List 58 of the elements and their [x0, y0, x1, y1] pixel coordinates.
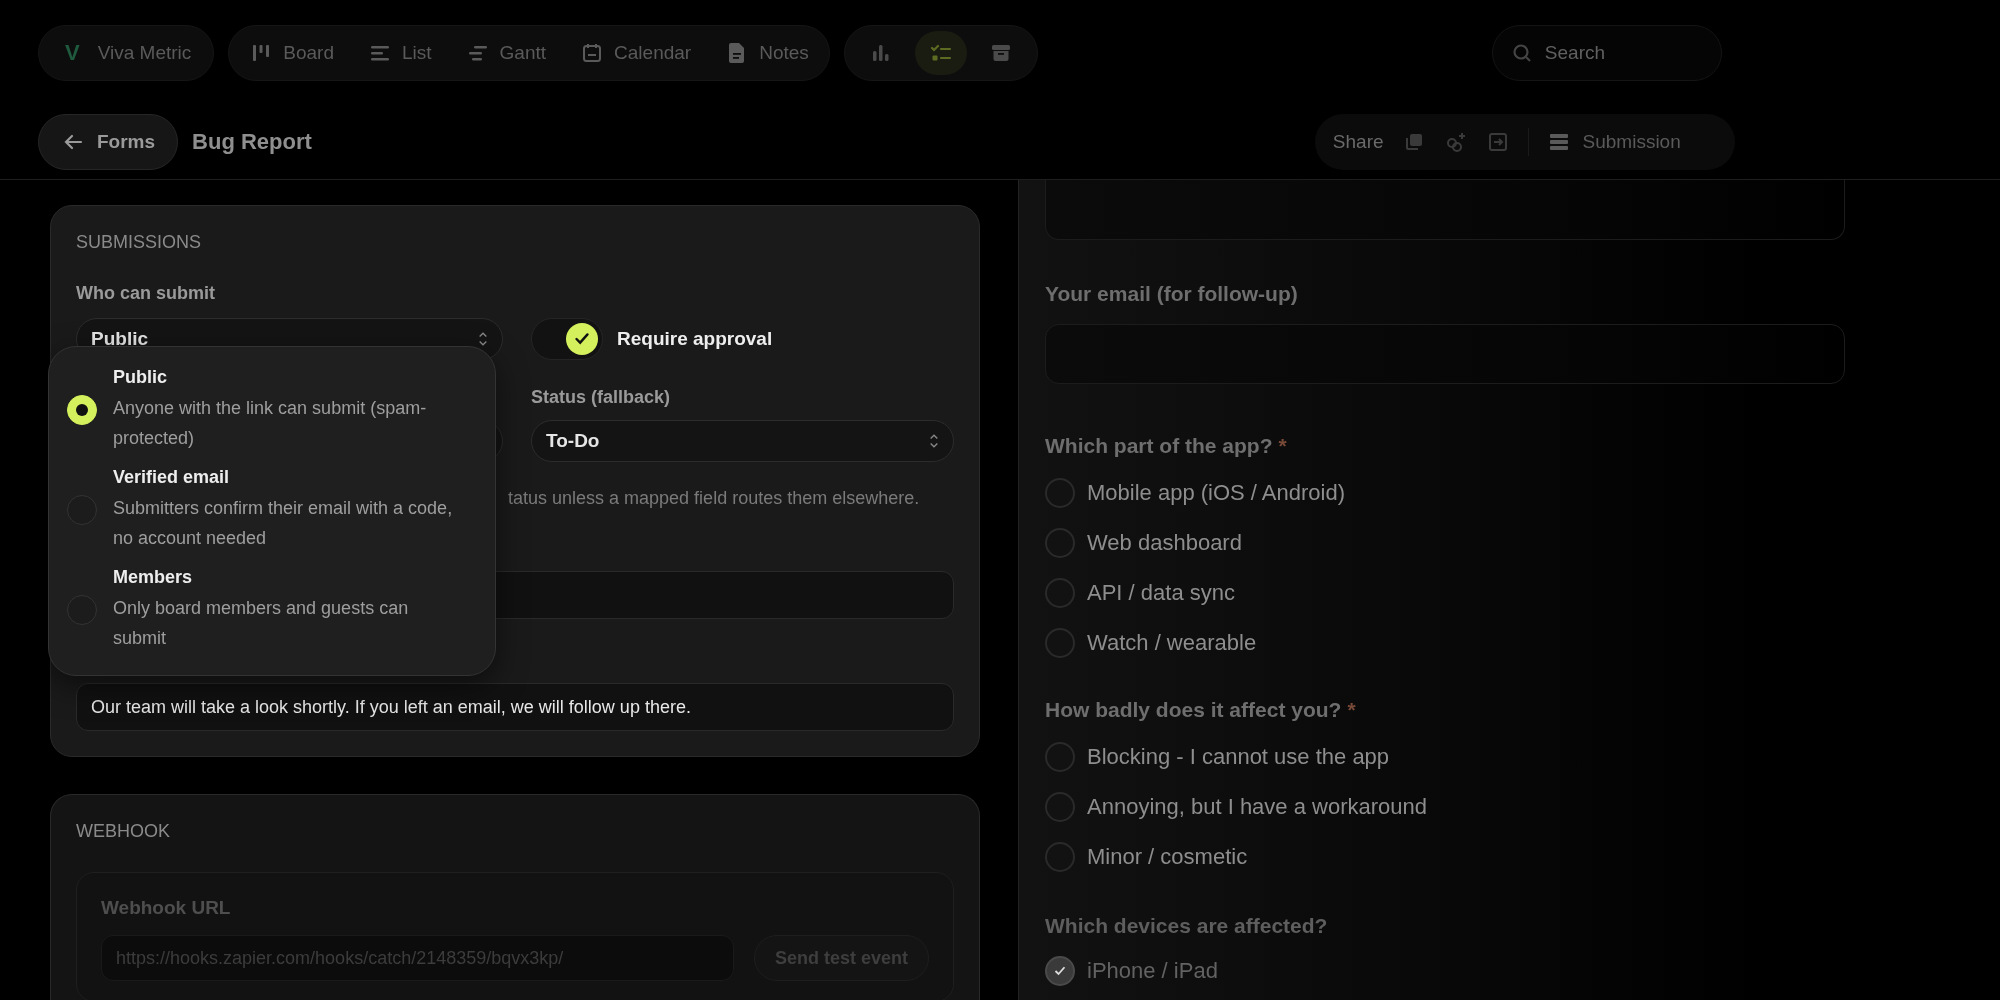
radio-button[interactable] [1045, 792, 1075, 822]
dropdown-option[interactable]: Members Only board members and guests can submit [67, 567, 473, 653]
field-label: Status (fallback) [531, 387, 672, 408]
option-label: Web dashboard [1087, 530, 1242, 556]
option-label: Minor / cosmetic [1087, 844, 1248, 870]
section-heading: SUBMISSIONS [76, 232, 203, 253]
view-tab[interactable]: List [368, 41, 432, 65]
option-title: Verified email [113, 467, 231, 488]
radio-button[interactable] [1045, 528, 1075, 558]
radio-button[interactable] [1045, 742, 1075, 772]
checkbox[interactable] [1045, 956, 1075, 986]
field-label: Who can submit [76, 283, 216, 304]
page-title: Bug Report [192, 129, 312, 155]
radio-button[interactable] [1045, 842, 1075, 872]
help-text: tatus unless a mapped field routes them elsewhere. [508, 488, 921, 509]
toggle-label: Require approval [617, 328, 773, 350]
back-button[interactable]: Forms [38, 114, 179, 170]
workspace-switcher[interactable]: V Viva Metric [38, 25, 215, 81]
option-label: Mobile app (iOS / Android) [1087, 480, 1346, 506]
option-title: Public [113, 367, 168, 388]
chevron-updown-icon [929, 432, 939, 450]
option-label: Watch / wearable [1087, 630, 1257, 656]
section-heading: WEBHOOK [76, 821, 171, 842]
message-field[interactable]: Our team will take a look shortly. If you left an email, we will follow up there. [76, 683, 954, 731]
view-tab[interactable]: Gantt [465, 41, 547, 65]
required-mark: * [1278, 434, 1287, 457]
required-mark: * [1347, 698, 1356, 721]
option-label: API / data sync [1087, 580, 1235, 606]
search-field[interactable]: Search [1491, 25, 1722, 81]
option-description: Only board members and guests can submit [113, 597, 410, 650]
radio-button[interactable] [1045, 578, 1075, 608]
option-label: Annoying, but I have a workaround [1087, 794, 1427, 820]
status-select[interactable]: To-Do [531, 420, 954, 462]
dropdown-option[interactable]: Verified email Submitters confirm their email with a code, no account needed [67, 467, 473, 553]
share-button[interactable]: Share [1332, 131, 1384, 153]
view-tab[interactable]: Notes [725, 41, 809, 65]
option-label: iPhone / iPad [1087, 958, 1218, 984]
view-tab[interactable]: Board [249, 41, 334, 65]
field-label: Webhook URL [101, 897, 232, 919]
option-title: Members [113, 567, 194, 588]
question-label: How badly does it affect you? [1045, 698, 1342, 721]
radio-button[interactable] [1045, 628, 1075, 658]
option-label: Blocking - I cannot use the app [1087, 744, 1390, 770]
workspace-name: Viva Metric [97, 42, 192, 64]
radio-button[interactable] [1045, 478, 1075, 508]
view-tab[interactable]: Calendar [580, 41, 692, 65]
chevron-updown-icon [478, 330, 488, 348]
option-description: Submitters confirm their email with a code, no account needed [113, 497, 454, 550]
submissions-button[interactable]: Submission [1546, 130, 1681, 154]
question-label: Which devices are affected? [1045, 914, 1328, 937]
option-description: Anyone with the link can submit (spam-protected) [113, 397, 428, 450]
email-field[interactable] [1045, 324, 1845, 384]
question-label: Your email (for follow-up) [1045, 282, 1299, 306]
workspace-logo: V [65, 40, 80, 66]
dropdown-option[interactable]: Public Anyone with the link can submit (spam-protected) [67, 367, 473, 453]
question-label: Which part of the app? [1045, 434, 1273, 457]
approval-toggle[interactable] [531, 318, 603, 360]
checklist-tool-button[interactable] [914, 31, 967, 75]
